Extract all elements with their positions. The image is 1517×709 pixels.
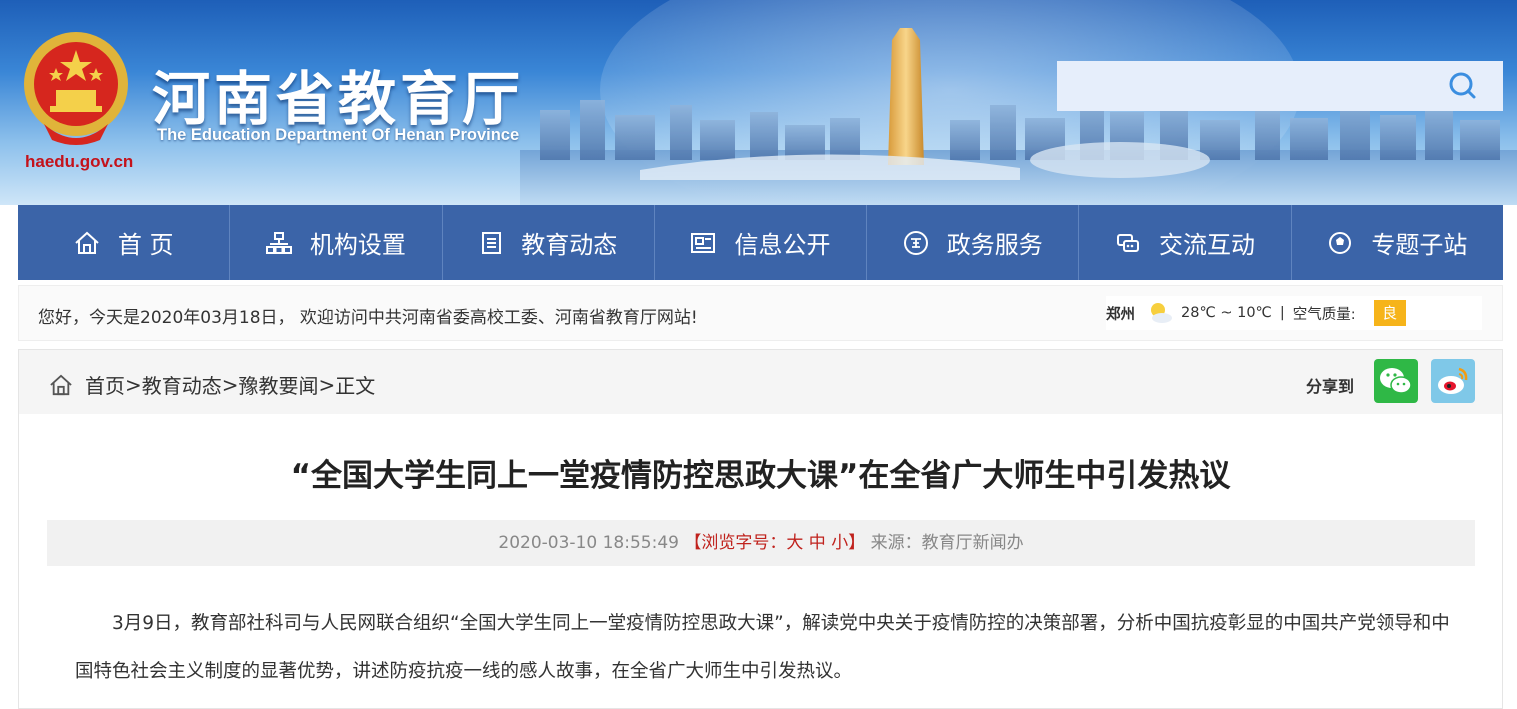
globe-icon xyxy=(1329,231,1352,254)
home-icon xyxy=(75,231,99,254)
nav-item-interaction[interactable]: 交流互动 xyxy=(1079,205,1292,280)
weather-widget: 郑州 28℃ ~ 10℃ | 空气质量: 良 xyxy=(1106,296,1482,330)
nav-item-gov-service[interactable]: 政务服务 xyxy=(867,205,1080,280)
info-card-icon xyxy=(691,232,716,253)
home-icon xyxy=(50,374,72,395)
nav-label: 交流互动 xyxy=(1159,231,1256,259)
search-icon[interactable] xyxy=(1442,68,1482,104)
article-paragraph: 3月9日，教育部社科司与人民网联合组织“全国大学生同上一堂疫情防控思政大课”，解… xyxy=(75,613,1450,682)
weibo-icon xyxy=(1438,367,1468,394)
search-input[interactable] xyxy=(1057,61,1503,111)
header-banner: 河南省教育厅 The Education Department Of Henan… xyxy=(0,0,1517,205)
breadcrumb-separator: > xyxy=(125,372,142,397)
main-nav: 首 页 机构设置 教育动态 信息公开 政务服务 交流互动 专题子站 xyxy=(18,205,1503,280)
site-subtitle: The Education Department Of Henan Provin… xyxy=(157,126,520,144)
share-wechat-button[interactable] xyxy=(1374,359,1418,403)
breadcrumb: 首页 > 教育动态 > 豫教要闻 > 正文 xyxy=(49,370,375,399)
nav-label: 教育动态 xyxy=(521,231,618,259)
nav-label: 机构设置 xyxy=(309,231,406,259)
breadcrumb-bar: 首页 > 教育动态 > 豫教要闻 > 正文 分享到 xyxy=(19,350,1502,414)
article-datetime: 2020-03-10 18:55:49 xyxy=(498,533,679,553)
nav-label: 首 页 xyxy=(117,231,174,259)
share-weibo-button[interactable] xyxy=(1431,359,1475,403)
weather-city: 郑州 xyxy=(1106,306,1135,323)
nav-item-news[interactable]: 教育动态 xyxy=(443,205,655,280)
air-quality-label: 空气质量: xyxy=(1292,306,1356,323)
share-label: 分享到 xyxy=(1306,377,1355,396)
nav-item-special[interactable]: 专题子站 xyxy=(1292,205,1503,280)
nav-item-info[interactable]: 信息公开 xyxy=(655,205,868,280)
article-meta-bar: 2020-03-10 18:55:49 【浏览字号：大 中 小】 来源：教育厅新… xyxy=(47,520,1475,566)
sun-cloud-icon xyxy=(1151,303,1172,323)
font-size-suffix: 】 xyxy=(848,533,866,553)
welcome-bar: 您好，今天是2020年03月18日， 欢迎访问中共河南省委高校工委、河南省教育厅… xyxy=(18,285,1503,341)
article-panel: 首页 > 教育动态 > 豫教要闻 > 正文 分享到 “全国大学生同上一堂疫情防控… xyxy=(18,349,1503,709)
nav-label: 专题子站 xyxy=(1371,231,1468,259)
article-source: 来源：教育厅新闻办 xyxy=(870,533,1024,553)
org-chart-icon xyxy=(265,231,292,254)
nav-label: 政务服务 xyxy=(946,231,1043,259)
breadcrumb-separator: > xyxy=(221,372,239,397)
wechat-icon xyxy=(1380,368,1412,394)
nav-label: 信息公开 xyxy=(734,231,831,259)
breadcrumb-separator: > xyxy=(318,372,336,397)
font-size-prefix: 【浏览字号： xyxy=(684,533,787,553)
nav-item-home[interactable]: 首 页 xyxy=(18,205,231,280)
weather-separator: | xyxy=(1279,305,1285,321)
nav-item-org[interactable]: 机构设置 xyxy=(230,205,443,280)
font-size-small-button[interactable]: 小 xyxy=(831,533,848,553)
breadcrumb-current: 正文 xyxy=(335,374,376,398)
welcome-text: 您好，今天是2020年03月18日， 欢迎访问中共河南省委高校工委、河南省教育厅… xyxy=(38,308,698,328)
breadcrumb-henan-news-link[interactable]: 豫教要闻 xyxy=(239,370,319,399)
gov-seal-icon xyxy=(903,230,928,255)
breadcrumb-news-link[interactable]: 教育动态 xyxy=(142,370,222,399)
chat-icon xyxy=(1117,233,1140,252)
font-size-medium-button[interactable]: 中 xyxy=(809,533,826,553)
document-list-icon xyxy=(482,231,502,254)
article-title: “全国大学生同上一堂疫情防控思政大课”在全省广大师生中引发热议 xyxy=(290,458,1231,494)
font-size-large-button[interactable]: 大 xyxy=(786,533,803,553)
national-emblem-icon xyxy=(24,32,128,145)
air-quality-badge: 良 xyxy=(1373,300,1406,326)
site-title: 河南省教育厅 xyxy=(152,65,525,133)
site-domain: haedu.gov.cn xyxy=(25,152,134,171)
weather-temp: 28℃ ~ 10℃ xyxy=(1181,305,1272,321)
breadcrumb-home-link[interactable]: 首页 xyxy=(85,370,125,399)
